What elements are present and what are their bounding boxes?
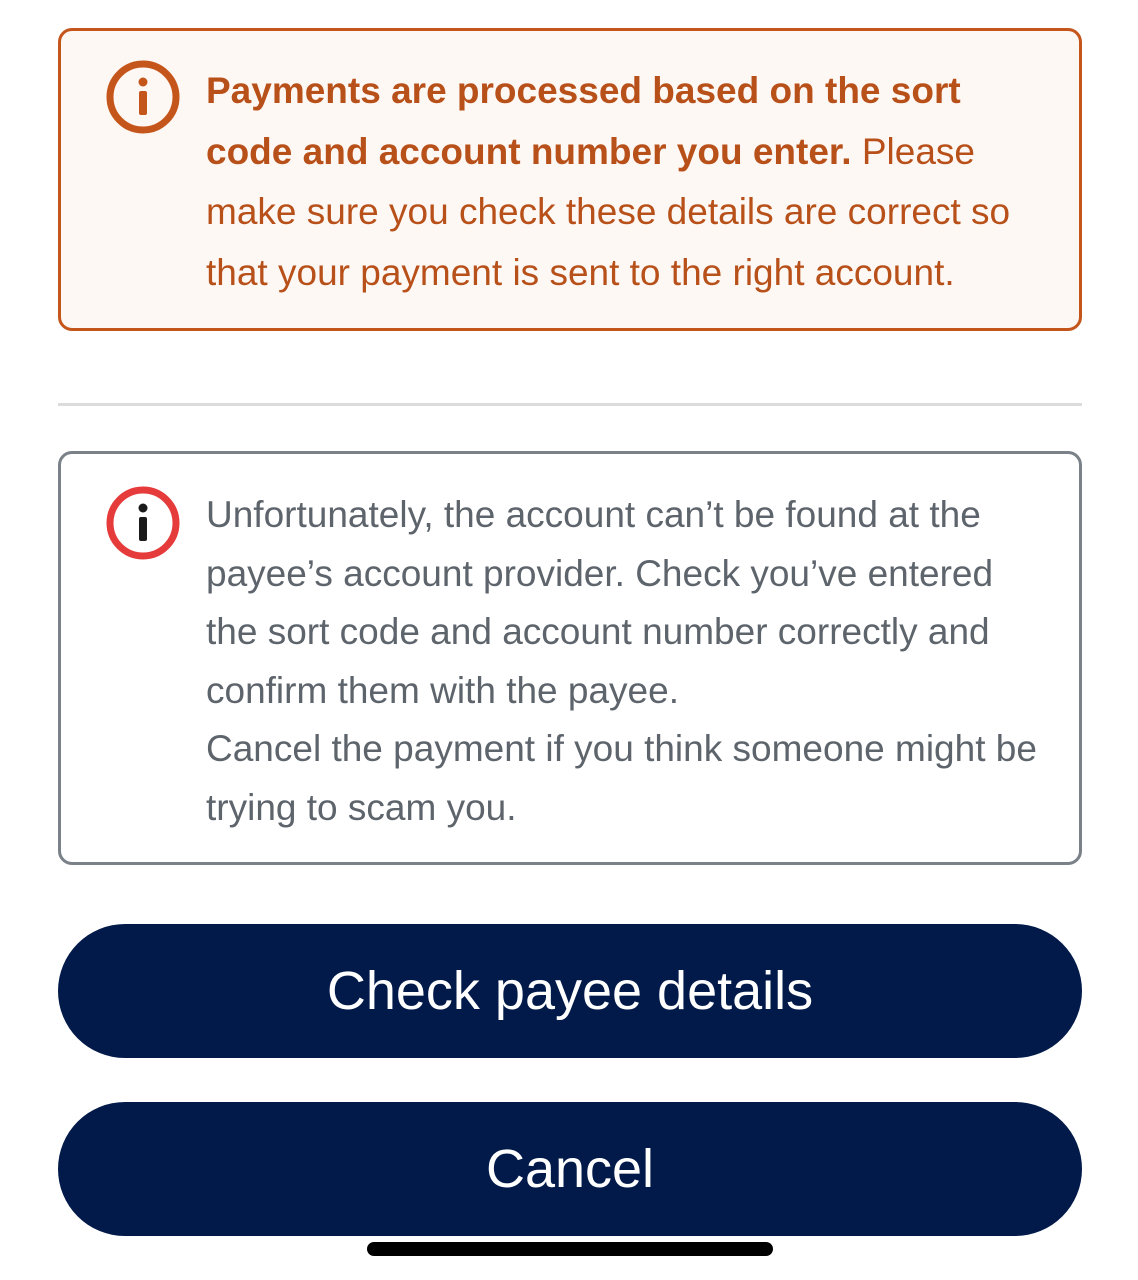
cancel-button[interactable]: Cancel <box>58 1102 1082 1236</box>
info-circle-icon <box>106 486 180 560</box>
info-circle-icon <box>106 60 180 134</box>
error-paragraph-1: Unfortunately, the account can’t be foun… <box>206 494 994 711</box>
account-not-found-message: Unfortunately, the account can’t be foun… <box>206 486 1049 837</box>
warning-message: Payments are processed based on the sort… <box>206 61 1049 303</box>
payment-warning-screen: Payments are processed based on the sort… <box>0 0 1138 1280</box>
warning-notice: Payments are processed based on the sort… <box>58 28 1082 331</box>
cancel-label: Cancel <box>485 1139 655 1199</box>
account-not-found-notice: Unfortunately, the account can’t be foun… <box>58 451 1082 865</box>
check-payee-details-label: Check payee details <box>326 961 814 1021</box>
warning-message-bold: Payments are processed based on the sort… <box>206 70 961 172</box>
check-payee-details-button[interactable]: Check payee details <box>58 924 1082 1058</box>
error-paragraph-2: Cancel the payment if you think someone … <box>206 728 1037 828</box>
home-indicator[interactable] <box>367 1242 773 1256</box>
divider <box>58 403 1082 406</box>
